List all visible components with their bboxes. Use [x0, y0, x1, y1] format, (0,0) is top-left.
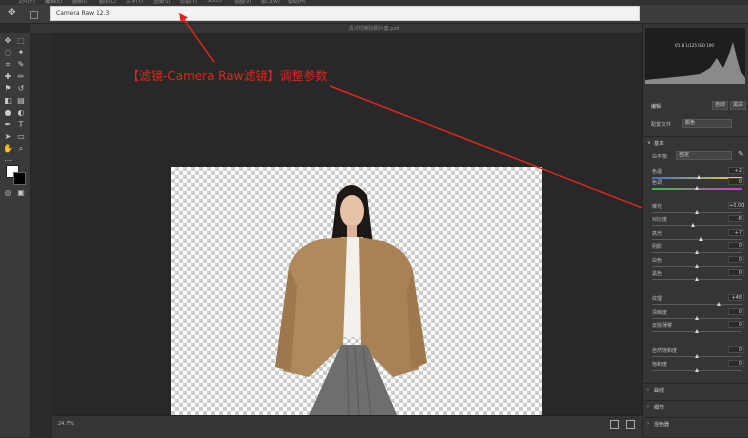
slider-row: 黑色 0 [652, 269, 746, 284]
slider-handle[interactable] [695, 250, 699, 254]
slider-label: 饱和度 [652, 362, 668, 368]
slider-label: 对比度 [652, 217, 668, 223]
eyedropper-icon[interactable]: ✎ [738, 150, 744, 158]
detail-section-header[interactable]: › 细节 [644, 400, 748, 415]
slider-value-input[interactable]: 0 [728, 346, 744, 353]
slider-handle[interactable] [695, 277, 699, 281]
slider-row: 阴影 0 [652, 242, 746, 257]
slider-handle[interactable] [695, 210, 699, 214]
compare-view-icon[interactable] [610, 420, 619, 429]
slider-label: 白色 [652, 258, 663, 264]
slider-handle[interactable] [691, 223, 696, 227]
slider-value-input[interactable]: 0 [728, 308, 744, 315]
slider-value-input[interactable]: +7 [728, 229, 744, 236]
slider-value-input[interactable]: 0 [728, 178, 744, 185]
slider-handle[interactable] [698, 237, 703, 241]
slider-handle[interactable] [695, 316, 699, 320]
slider-track[interactable] [652, 239, 742, 240]
arrow-to-title [179, 12, 215, 63]
slider-label: 高光 [652, 231, 663, 237]
histogram: f/1.8 1/125 ISO 100 [645, 28, 745, 84]
slider-handle[interactable] [695, 186, 699, 190]
slider-track[interactable] [652, 304, 742, 305]
slider-value-input[interactable]: 0 [728, 256, 744, 263]
slider-handle[interactable] [716, 302, 721, 306]
slider-label: 自然饱和度 [652, 348, 678, 354]
slider-label: 清晰度 [652, 310, 668, 316]
curve-section-label: 曲线 [654, 388, 665, 394]
slider-row: 自然饱和度 0 [652, 346, 746, 361]
slider-value-input[interactable]: +48 [728, 294, 744, 301]
slider-label: 色温 [652, 169, 663, 175]
chevron-right-icon: › [647, 387, 649, 393]
slider-label: 阴影 [652, 244, 663, 250]
slider-handle[interactable] [695, 354, 699, 358]
slider-label: 色调 [652, 180, 663, 186]
slider-label: 纹理 [652, 296, 663, 302]
slider-row: 纹理 +48 [652, 294, 746, 309]
arrow-to-sliders [329, 85, 670, 220]
curve-section-header[interactable]: › 曲线 [644, 383, 748, 398]
slider-handle[interactable] [695, 264, 699, 268]
slider-label: 黑色 [652, 271, 663, 277]
slider-row: 饱和度 0 [652, 360, 746, 375]
profile-select[interactable]: 颜色 [682, 119, 732, 128]
chevron-right-icon: › [647, 404, 649, 410]
edit-tab[interactable]: 编辑 [651, 103, 661, 110]
annotation-arrows [179, 12, 670, 220]
slider-value-input[interactable]: 0 [728, 360, 744, 367]
profile-label: 配置文件 [651, 122, 672, 128]
slider-value-input[interactable]: 0 [728, 321, 744, 328]
slider-handle[interactable] [695, 368, 699, 372]
slider-label: 去除薄雾 [652, 323, 673, 329]
detail-section-label: 细节 [654, 405, 665, 411]
zoom-level[interactable]: 24.7% [58, 421, 74, 427]
slider-row: 对比度 -8 [652, 215, 746, 230]
slider-track[interactable] [652, 225, 742, 226]
histogram-readout: f/1.8 1/125 ISO 100 [675, 43, 714, 48]
before-after-icon[interactable] [626, 420, 635, 429]
auto-button[interactable]: 自动 [712, 101, 728, 110]
white-balance-select[interactable]: 自定 [676, 151, 732, 160]
slider-row: 去除薄雾 0 [652, 321, 746, 336]
slider-value-input[interactable]: +2 [728, 167, 744, 174]
chevron-down-icon: ∨ [647, 140, 651, 146]
bw-button[interactable]: 黑白 [730, 101, 746, 110]
basic-section-header[interactable]: ∨ 基本 [644, 136, 748, 151]
basic-section-label: 基本 [654, 141, 665, 147]
slider-label: 曝光 [652, 204, 663, 210]
status-bar: 24.7% [52, 415, 642, 438]
chevron-right-icon: › [647, 421, 649, 427]
slider-value-input[interactable]: +0.00 [728, 202, 744, 209]
slider-value-input[interactable]: 0 [728, 242, 744, 249]
mixer-section-header[interactable]: › 混色器 [644, 417, 748, 432]
mixer-section-label: 混色器 [654, 422, 670, 428]
slider-value-input[interactable]: -8 [728, 215, 744, 222]
slider-value-input[interactable]: 0 [728, 269, 744, 276]
slider-handle[interactable] [695, 329, 699, 333]
slider-row: 色调 0 [652, 178, 746, 193]
white-balance-label: 白平衡 [652, 154, 668, 160]
